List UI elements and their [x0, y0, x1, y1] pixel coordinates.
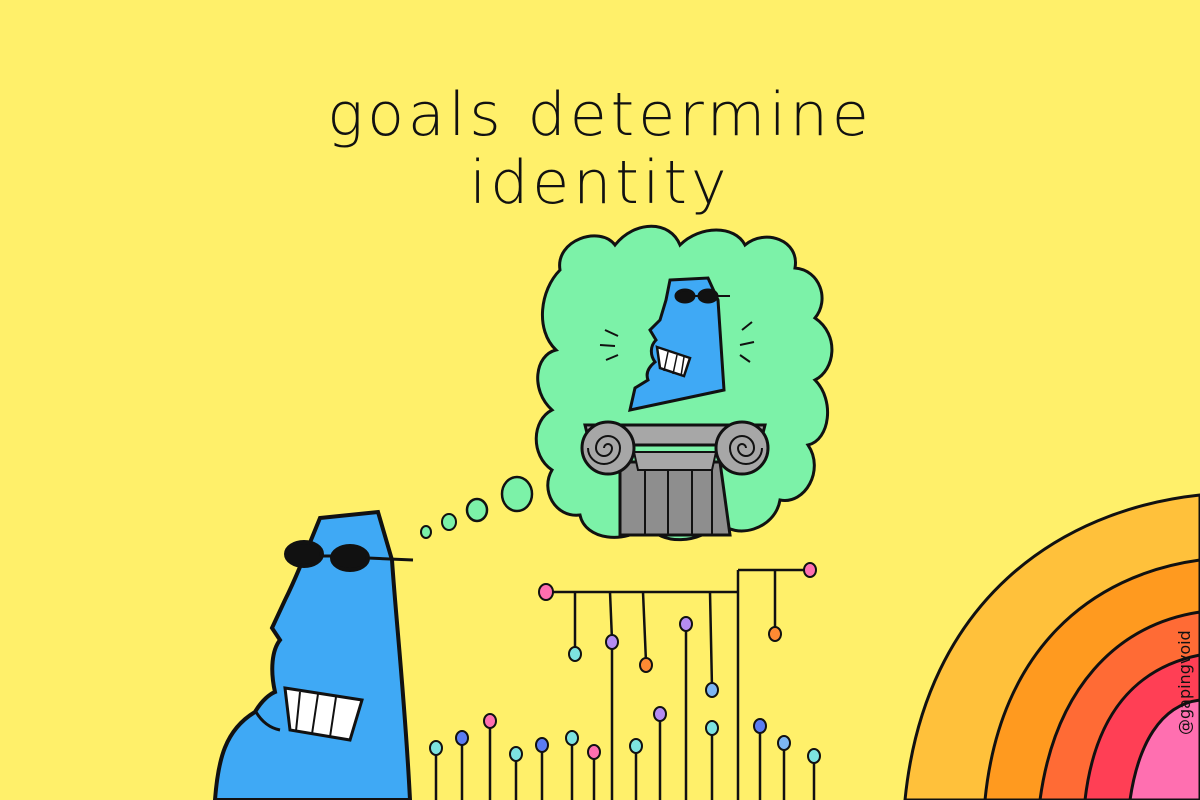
rainbow-icon	[903, 493, 1200, 800]
cartoon-canvas: goals determine identity @gapingvoid	[0, 0, 1200, 800]
circuit-tree	[434, 568, 816, 800]
large-head-figure	[212, 509, 414, 800]
illustration	[212, 224, 1200, 800]
artist-signature: @gapingvoid	[1175, 630, 1194, 735]
